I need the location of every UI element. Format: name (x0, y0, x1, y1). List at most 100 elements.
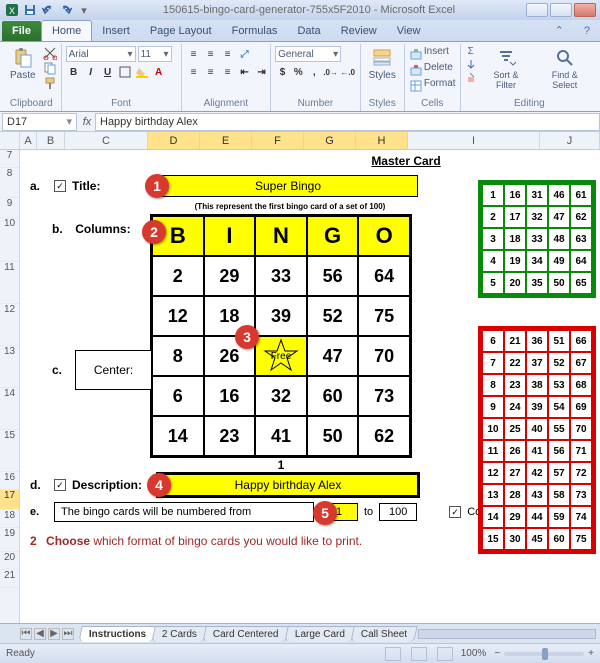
number-cell[interactable]: 51 (548, 330, 570, 352)
number-cell[interactable]: 6 (482, 330, 504, 352)
number-cell[interactable]: 70 (570, 418, 592, 440)
number-cell[interactable]: 55 (548, 418, 570, 440)
redo-icon[interactable] (58, 2, 74, 18)
title-input[interactable]: Super Bingo (158, 175, 418, 197)
number-cell[interactable]: 24 (504, 396, 526, 418)
row-16[interactable]: 16 (0, 472, 19, 490)
close-button[interactable] (574, 3, 596, 17)
number-cell[interactable]: 18 (504, 228, 526, 250)
number-cell[interactable]: 33 (526, 228, 548, 250)
number-cell[interactable]: 21 (504, 330, 526, 352)
percent-icon[interactable]: % (291, 64, 306, 80)
col-B[interactable]: B (37, 132, 65, 149)
number-cell[interactable]: 48 (548, 228, 570, 250)
number-cell[interactable]: 59 (548, 506, 570, 528)
clear-icon[interactable] (465, 71, 477, 83)
italic-icon[interactable]: I (83, 64, 99, 80)
number-cell[interactable]: 32 (526, 206, 548, 228)
minimize-button[interactable] (526, 3, 548, 17)
description-input[interactable]: Happy birthday Alex (158, 474, 418, 496)
row-10[interactable]: 10 (0, 218, 19, 262)
fx-icon[interactable]: fx (79, 116, 95, 128)
border-icon[interactable] (117, 64, 133, 80)
find-select-button[interactable]: Find & Select (535, 46, 594, 92)
increase-decimal-icon[interactable]: .0→ (323, 64, 339, 80)
row-21[interactable]: 21 (0, 570, 19, 588)
number-cell[interactable]: 41 (526, 440, 548, 462)
font-size-select[interactable]: 11▾ (138, 46, 172, 62)
bingo-cell[interactable]: 29 (204, 256, 256, 296)
number-cell[interactable]: 57 (548, 462, 570, 484)
tab-insert[interactable]: Insert (92, 21, 140, 41)
view-normal-icon[interactable] (385, 647, 401, 661)
tab-formulas[interactable]: Formulas (222, 21, 288, 41)
zoom-out-icon[interactable]: − (494, 648, 500, 659)
sheet-tab-2cards[interactable]: 2 Cards (152, 626, 208, 642)
number-cell[interactable]: 5 (482, 272, 504, 294)
number-cell[interactable]: 62 (570, 206, 592, 228)
number-cell[interactable]: 75 (570, 528, 592, 550)
number-cell[interactable]: 61 (570, 184, 592, 206)
number-cell[interactable]: 64 (570, 250, 592, 272)
col-E[interactable]: E (200, 132, 252, 149)
tab-review[interactable]: Review (331, 21, 387, 41)
comma-icon[interactable]: , (307, 64, 322, 80)
bingo-cell[interactable]: 64 (358, 256, 410, 296)
row-12[interactable]: 12 (0, 304, 19, 346)
select-all-button[interactable] (0, 132, 20, 149)
number-cell[interactable]: 34 (526, 250, 548, 272)
bingo-free-cell[interactable]: Free (255, 336, 307, 376)
view-page-break-icon[interactable] (437, 647, 453, 661)
number-cell[interactable]: 3 (482, 228, 504, 250)
bingo-cell[interactable]: 47 (307, 336, 359, 376)
font-name-select[interactable]: Arial▾ (66, 46, 136, 62)
col-D[interactable]: D (148, 132, 200, 149)
row-17[interactable]: 17 (0, 490, 19, 510)
bingo-cell[interactable]: 12 (152, 296, 204, 336)
align-bottom-icon[interactable]: ≡ (220, 46, 236, 62)
number-cell[interactable]: 2 (482, 206, 504, 228)
indent-decrease-icon[interactable]: ⇤ (237, 64, 253, 80)
number-cell[interactable]: 69 (570, 396, 592, 418)
sheet-nav-last-icon[interactable]: ⏭ (62, 628, 74, 640)
number-cell[interactable]: 71 (570, 440, 592, 462)
number-cell[interactable]: 36 (526, 330, 548, 352)
decrease-decimal-icon[interactable]: ←.0 (340, 64, 356, 80)
number-cell[interactable]: 68 (570, 374, 592, 396)
row-11[interactable]: 11 (0, 262, 19, 304)
bingo-cell[interactable]: 50 (307, 416, 359, 456)
number-cell[interactable]: 20 (504, 272, 526, 294)
autosum-icon[interactable]: Σ (467, 46, 473, 57)
number-cell[interactable]: 74 (570, 506, 592, 528)
sheet-nav-prev-icon[interactable]: ◀ (34, 628, 46, 640)
row-14[interactable]: 14 (0, 388, 19, 430)
center-label[interactable]: Center: (75, 350, 152, 390)
number-cell[interactable]: 17 (504, 206, 526, 228)
align-center-icon[interactable]: ≡ (203, 64, 219, 80)
orientation-icon[interactable]: ⤢ (237, 46, 253, 62)
number-cell[interactable]: 22 (504, 352, 526, 374)
format-painter-icon[interactable] (43, 76, 57, 90)
bingo-cell[interactable]: 6 (152, 376, 204, 416)
number-cell[interactable]: 27 (504, 462, 526, 484)
number-cell[interactable]: 45 (526, 528, 548, 550)
row-18[interactable]: 18 (0, 510, 19, 528)
number-cell[interactable]: 47 (548, 206, 570, 228)
zoom-in-icon[interactable]: + (588, 648, 594, 659)
bingo-cell[interactable]: 8 (152, 336, 204, 376)
number-cell[interactable]: 15 (482, 528, 504, 550)
sheet-tab-instructions[interactable]: Instructions (78, 626, 157, 642)
zoom-slider[interactable]: − + (494, 648, 594, 659)
col-F[interactable]: F (252, 132, 304, 149)
cut-icon[interactable] (43, 46, 57, 60)
tab-file[interactable]: File (2, 21, 41, 41)
sheet-tab-call-sheet[interactable]: Call Sheet (350, 626, 418, 642)
number-cell[interactable]: 1 (482, 184, 504, 206)
tab-data[interactable]: Data (287, 21, 330, 41)
bingo-cell[interactable]: 73 (358, 376, 410, 416)
bingo-col-I[interactable]: I (204, 216, 256, 256)
number-cell[interactable]: 40 (526, 418, 548, 440)
font-color-icon[interactable]: A (151, 64, 167, 80)
view-page-layout-icon[interactable] (411, 647, 427, 661)
bingo-cell[interactable]: 62 (358, 416, 410, 456)
